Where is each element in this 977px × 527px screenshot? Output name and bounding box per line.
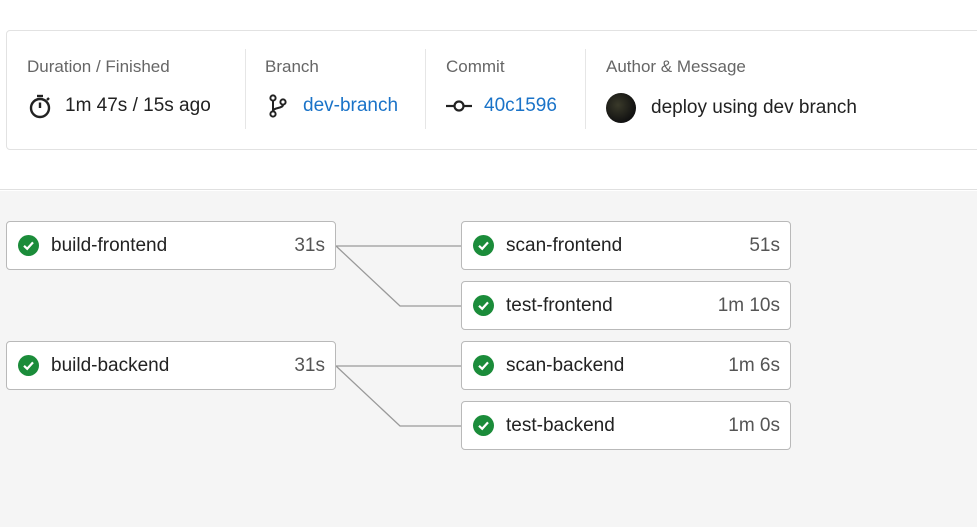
duration-value: 1m 47s / 15s ago [65,95,211,116]
commit-link[interactable]: 40c1596 [484,95,557,117]
pipeline-summary: Duration / Finished 1m 47s / 15s ago Bra… [6,30,977,150]
job-card-scan-frontend[interactable]: scan-frontend 51s [461,221,791,270]
job-card-build-frontend[interactable]: build-frontend 31s [6,221,336,270]
branch-value-row: dev-branch [265,93,398,119]
success-check-icon [473,355,494,376]
pipeline-header: Duration / Finished 1m 47s / 15s ago Bra… [0,0,977,190]
duration-value-row: 1m 47s / 15s ago [27,93,211,119]
job-name: test-backend [506,414,615,436]
job-duration: 1m 6s [728,354,780,376]
job-card-test-backend[interactable]: test-backend 1m 0s [461,401,791,450]
author-label: Author & Message [606,57,746,76]
divider [245,49,246,129]
job-card-test-frontend[interactable]: test-frontend 1m 10s [461,281,791,330]
branch-link[interactable]: dev-branch [303,95,398,117]
job-card-scan-backend[interactable]: scan-backend 1m 6s [461,341,791,390]
job-card-build-backend[interactable]: build-backend 31s [6,341,336,390]
git-branch-icon [265,93,291,119]
divider [585,49,586,129]
job-duration: 51s [749,234,780,256]
pipeline-graph: build-frontend 31s scan-frontend 51s tes… [0,191,977,527]
connector-line [335,365,461,427]
git-commit-icon [446,93,472,119]
success-check-icon [473,415,494,436]
job-duration: 1m 10s [717,294,780,316]
job-name: scan-backend [506,354,625,376]
success-check-icon [18,355,39,376]
connector-line [335,245,461,307]
job-duration: 1m 0s [728,414,780,436]
success-check-icon [18,235,39,256]
job-name: build-frontend [51,234,168,256]
commit-value-row: 40c1596 [446,93,557,119]
job-name: test-frontend [506,294,613,316]
branch-label: Branch [265,57,319,76]
author-value-row: deploy using dev branch [606,93,857,123]
job-duration: 31s [294,234,325,256]
commit-message: deploy using dev branch [651,97,857,118]
success-check-icon [473,235,494,256]
divider [425,49,426,129]
duration-label: Duration / Finished [27,57,170,76]
avatar[interactable] [606,93,636,123]
success-check-icon [473,295,494,316]
commit-label: Commit [446,57,505,76]
job-name: scan-frontend [506,234,623,256]
job-name: build-backend [51,354,170,376]
stopwatch-icon [27,93,53,119]
job-duration: 31s [294,354,325,376]
